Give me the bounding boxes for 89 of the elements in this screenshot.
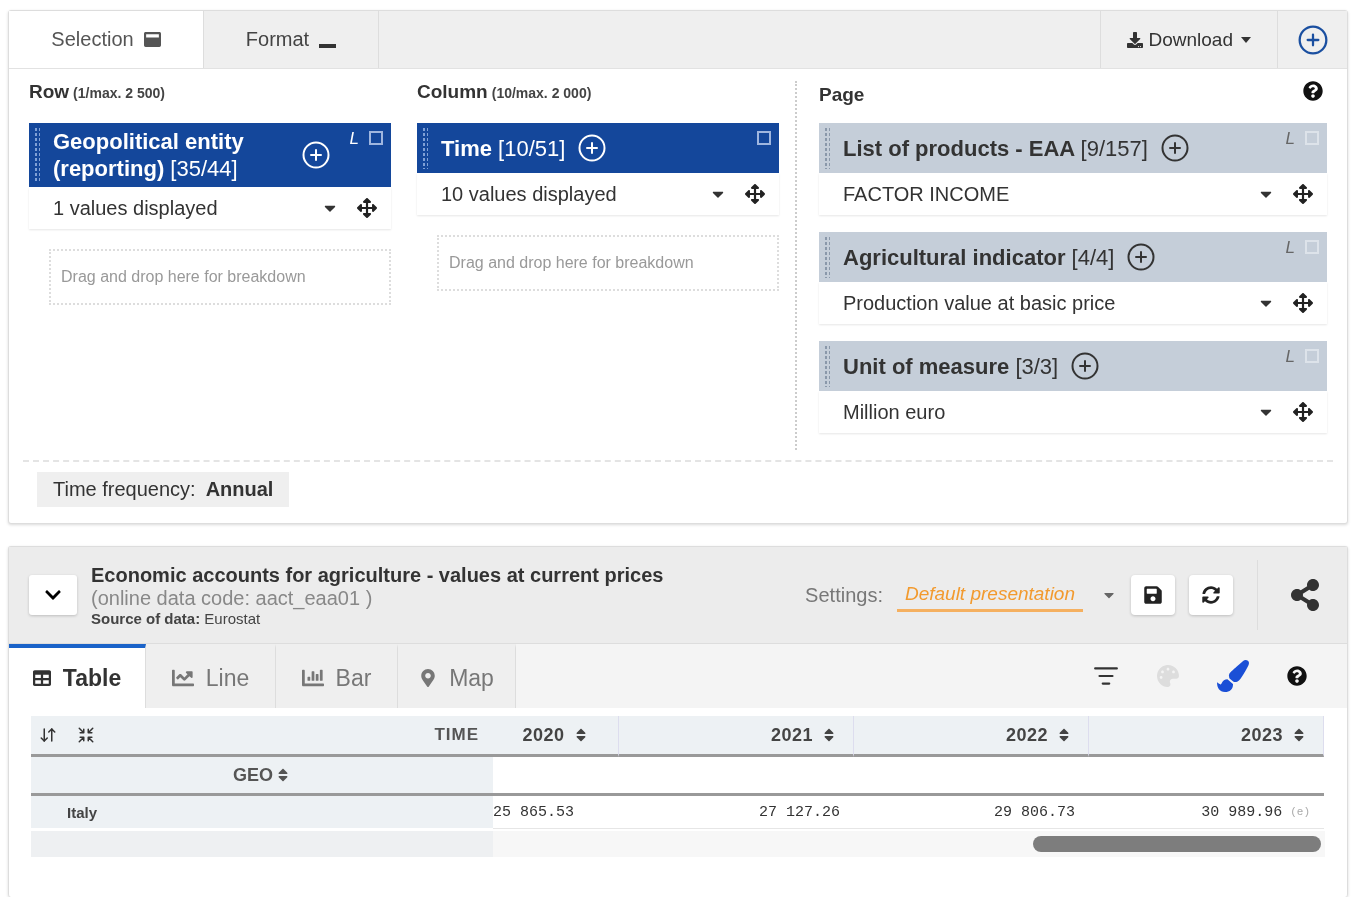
add-icon[interactable] <box>1126 242 1157 272</box>
label-toggle[interactable]: L <box>1285 347 1295 367</box>
dimension-name: List of products - EAA [9/157] <box>843 134 1148 162</box>
collapse-button[interactable] <box>29 575 77 615</box>
column-header[interactable]: 2022 <box>854 716 1089 757</box>
add-icon[interactable] <box>301 140 331 170</box>
table-icon <box>32 669 51 687</box>
drag-handle[interactable] <box>824 345 830 387</box>
dropdown-value: Production value at basic price <box>843 291 1117 315</box>
save-button[interactable] <box>1131 575 1175 615</box>
add-icon[interactable] <box>1070 351 1101 381</box>
scrollbar-thumb[interactable] <box>1033 836 1321 852</box>
brush-icon <box>1217 660 1249 692</box>
add-icon[interactable] <box>1159 133 1190 163</box>
label-toggle[interactable]: L <box>1285 129 1295 149</box>
dataset-title: Economic accounts for agriculture - values at current prices <box>91 563 665 587</box>
column-header[interactable]: 2020 <box>493 716 619 757</box>
minus-icon <box>319 43 337 48</box>
view-tab[interactable]: Line <box>146 644 276 708</box>
settings-label: Settings: <box>805 583 883 607</box>
caret-icon <box>1241 36 1251 43</box>
dropdown-value: Million euro <box>843 400 947 424</box>
move-icon[interactable] <box>745 184 765 204</box>
download-icon <box>1126 31 1143 48</box>
move-icon[interactable] <box>357 198 377 218</box>
label-toggle[interactable]: L <box>349 129 359 149</box>
table-cell: 27 127.26 <box>619 796 854 829</box>
refresh-icon <box>1202 586 1220 604</box>
move-icon[interactable] <box>1293 184 1313 204</box>
drag-handle[interactable] <box>422 127 428 169</box>
values-dropdown[interactable]: 1 values displayed <box>29 187 391 229</box>
dimension-header[interactable]: Time [10/51] <box>417 123 779 173</box>
section-title: Column (10/max. 2 000) <box>417 81 592 103</box>
view-tab[interactable]: Table <box>9 644 146 708</box>
drag-handle[interactable] <box>824 127 830 169</box>
values-dropdown[interactable]: Million euro <box>819 391 1327 433</box>
line-chart-icon <box>171 667 194 689</box>
help-icon[interactable] <box>1303 81 1323 101</box>
table-cell: 30 989.96 (e) <box>1089 796 1324 829</box>
table-cell: 25 865.53 <box>493 796 619 829</box>
values-dropdown[interactable]: 10 values displayed <box>417 173 779 215</box>
column-header[interactable]: 2023 <box>1089 716 1324 757</box>
shrink-icon[interactable] <box>77 726 95 744</box>
view-tab[interactable]: Map <box>398 644 516 708</box>
map-pin-icon <box>419 669 438 687</box>
row-label: Italy <box>31 796 493 828</box>
drag-handle[interactable] <box>824 236 830 278</box>
dimension-header[interactable]: Geopolitical entity (reporting) [35/44] L <box>29 123 391 187</box>
window-icon <box>143 31 161 48</box>
drag-handle[interactable] <box>34 127 40 183</box>
view-tab[interactable]: Bar <box>276 644 398 708</box>
dimension-name: Time [10/51] <box>441 134 566 162</box>
help-button[interactable] <box>1287 666 1307 686</box>
move-icon[interactable] <box>1293 293 1313 313</box>
dropdown-value: 1 values displayed <box>53 196 219 220</box>
dimension-name: Unit of measure [3/3] <box>843 352 1059 380</box>
refresh-button[interactable] <box>1189 575 1233 615</box>
square-icon[interactable] <box>369 131 383 145</box>
dimension-name: Geopolitical entity (reporting) [35/44] <box>53 128 245 182</box>
move-icon[interactable] <box>1293 402 1313 422</box>
save-icon <box>1143 585 1163 605</box>
dimension-header[interactable]: Unit of measure [3/3] L <box>819 341 1327 391</box>
help-icon <box>1287 666 1307 686</box>
brush-button[interactable] <box>1217 660 1249 692</box>
data-source: Source of data: Eurostat <box>91 609 261 627</box>
dataset-code: (online data code: aact_eaa01 ) <box>91 586 374 610</box>
values-dropdown[interactable]: FACTOR INCOME <box>819 173 1327 215</box>
add-icon <box>1296 23 1329 56</box>
label-toggle[interactable]: L <box>1285 238 1295 258</box>
values-dropdown[interactable]: Production value at basic price <box>819 282 1327 324</box>
square-icon[interactable] <box>757 131 771 145</box>
time-frequency-label: Time frequency: Annual <box>37 472 290 507</box>
bar-chart-icon <box>301 667 324 689</box>
dimension-name: Agricultural indicator [4/4] <box>843 243 1115 271</box>
table-cell: 29 806.73 <box>854 796 1089 829</box>
section-title: Row (1/max. 2 500) <box>29 81 165 103</box>
column-header[interactable]: 2021 <box>619 716 854 757</box>
add-icon[interactable] <box>577 133 608 163</box>
section-title: Page <box>819 84 865 106</box>
dimension-header[interactable]: Agricultural indicator [4/4] L <box>819 232 1327 282</box>
dropdown-value: FACTOR INCOME <box>843 182 1011 206</box>
swap-icon[interactable] <box>39 726 57 744</box>
dropdown-value: 10 values displayed <box>441 182 618 206</box>
dimension-header[interactable]: List of products - EAA [9/157] L <box>819 123 1327 173</box>
share-icon <box>1289 579 1321 611</box>
scrollbar[interactable] <box>493 831 1325 857</box>
row-header[interactable]: GEO <box>31 757 493 796</box>
column-header: TIME <box>434 725 479 745</box>
panel-tab[interactable]: Selection <box>9 11 204 68</box>
